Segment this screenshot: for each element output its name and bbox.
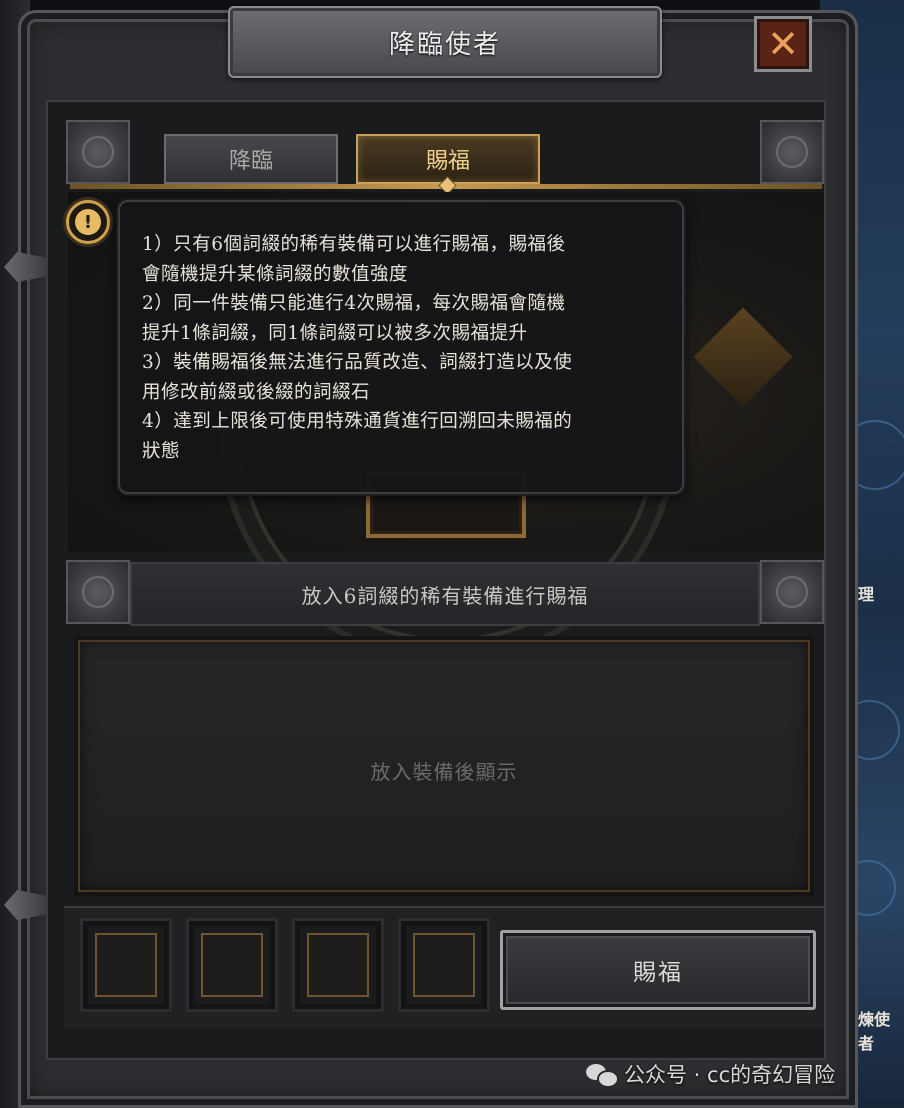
slot-frame <box>413 933 475 997</box>
tooltip-line: 4）達到上限後可使用特殊通貨進行回溯回未賜福的 <box>142 411 573 432</box>
currency-slot-3[interactable] <box>292 918 384 1012</box>
tooltip-line: 用修改前綴或後綴的詞綴石 <box>142 381 371 403</box>
corner-ornament <box>66 120 130 184</box>
item-display-panel[interactable]: 放入裝備後顯示 <box>74 636 814 896</box>
slot-frame <box>307 933 369 997</box>
bless-rules-tooltip: 1）只有6個詞綴的稀有裝備可以進行賜福，賜福後 會隨機提升某條詞綴的數值強度 2… <box>118 200 684 494</box>
bless-button-label: 賜福 <box>633 960 683 986</box>
close-button[interactable]: ✕ <box>754 16 812 72</box>
display-placeholder: 放入裝備後顯示 <box>370 760 518 784</box>
tooltip-line: 狀態 <box>142 440 181 462</box>
tooltip-line: 會隨機提升某條詞綴的數值強度 <box>142 263 409 285</box>
close-x-icon: ✕ <box>767 22 799 66</box>
window-title-plate: 降臨使者 <box>228 6 662 78</box>
currency-slot-4[interactable] <box>398 918 490 1012</box>
corner-ornament <box>66 560 130 624</box>
instruction-bar: 放入6詞綴的稀有裝備進行賜福 <box>130 562 760 626</box>
tooltip-line: 2）同一件裝備只能進行4次賜福，每次賜福會隨機 <box>142 293 566 314</box>
window-title: 降臨使者 <box>388 29 501 60</box>
slot-frame <box>201 933 263 997</box>
tooltip-line: 3）裝備賜福後無法進行品質改造、詞綴打造以及使 <box>142 352 573 373</box>
tab-ascend[interactable]: 降臨 <box>164 134 338 184</box>
corner-ornament <box>760 560 824 624</box>
watermark-text: 公众号 · cc的奇幻冒险 <box>624 1063 836 1087</box>
bless-button[interactable]: 賜福 <box>500 930 816 1010</box>
corner-ornament <box>760 120 824 184</box>
instruction-text: 放入6詞綴的稀有裝備進行賜福 <box>301 583 589 608</box>
tooltip-line: 提升1條詞綴，同1條詞綴可以被多次賜福提升 <box>142 322 528 344</box>
currency-slot-2[interactable] <box>186 918 278 1012</box>
background-side-text-top: 理 <box>858 585 875 604</box>
slot-frame <box>95 933 157 997</box>
wechat-icon <box>586 1062 619 1088</box>
info-exclamation-icon[interactable]: ! <box>66 200 110 244</box>
info-icon-glyph: ! <box>75 209 101 235</box>
currency-slot-1[interactable] <box>80 918 172 1012</box>
emblem-gem-decoration <box>693 307 793 407</box>
tooltip-line: 1）只有6個詞綴的稀有裝備可以進行賜福，賜福後 <box>142 234 566 255</box>
watermark: 公众号 · cc的奇幻冒险 <box>586 1056 835 1092</box>
background-side-text-bottom: 煉使者 <box>858 1010 891 1053</box>
